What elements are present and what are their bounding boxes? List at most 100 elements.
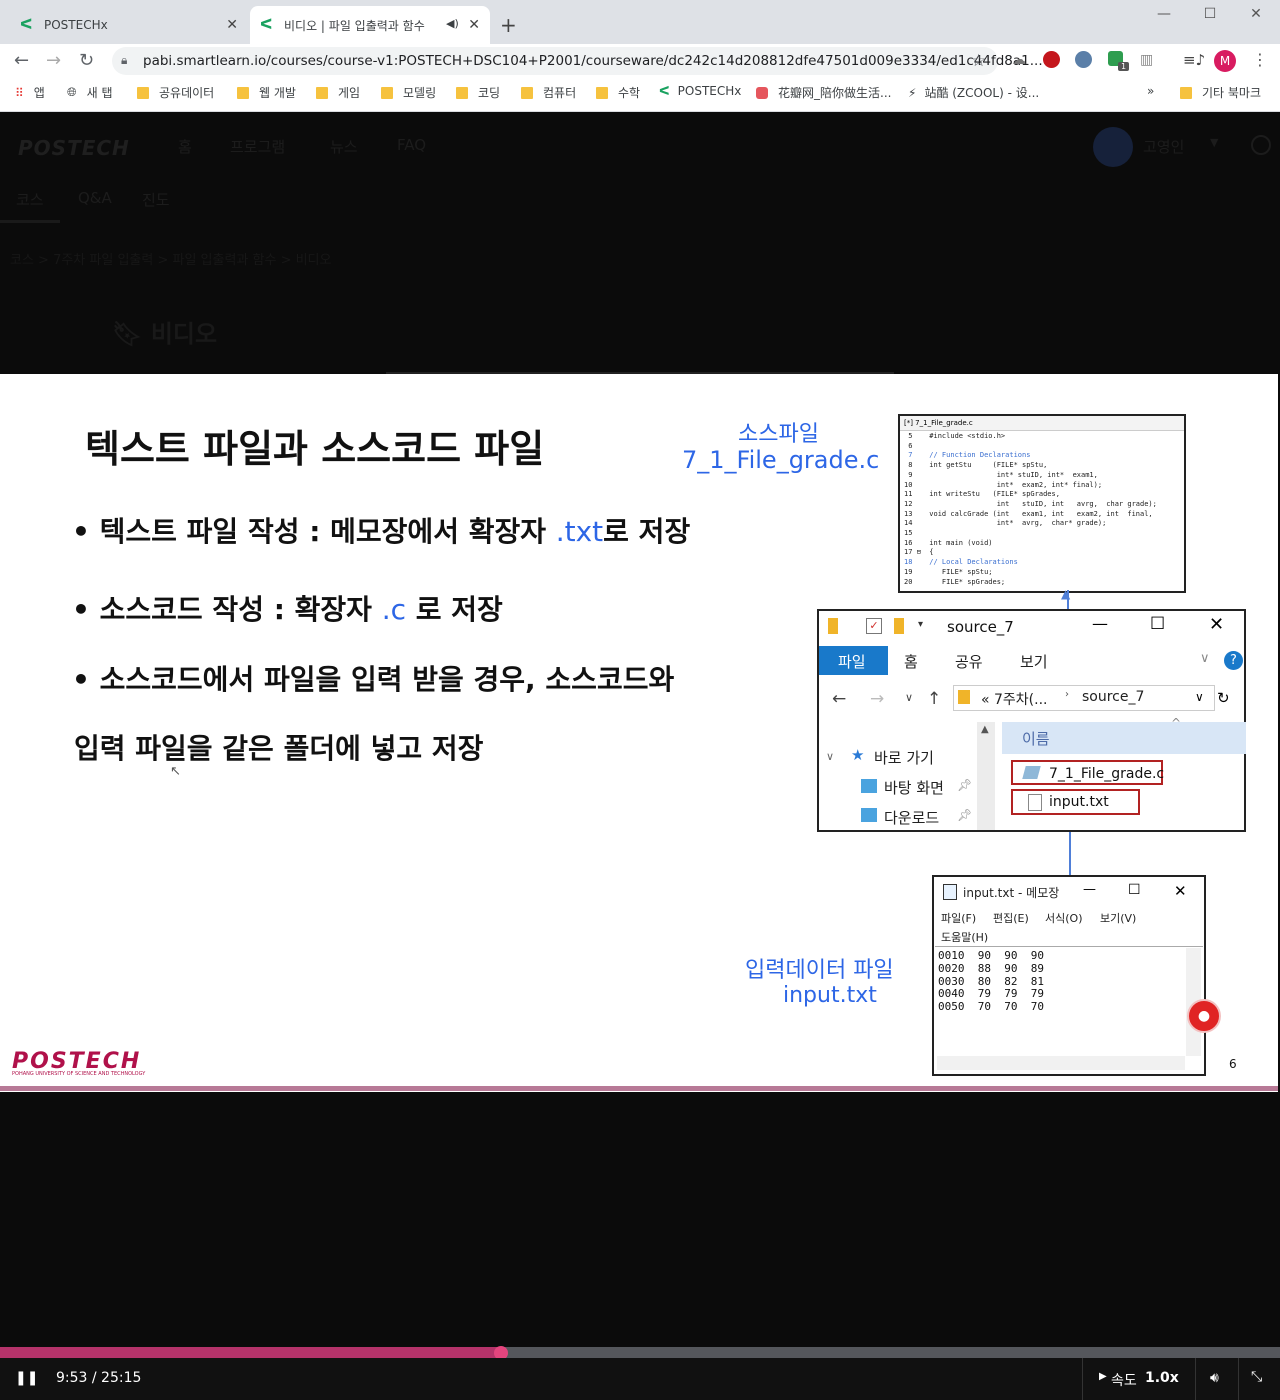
volume-icon[interactable]: 🔊︎ [1210, 1370, 1219, 1386]
file-input-txt: input.txt [1049, 794, 1109, 810]
video-progress-fill [0, 1347, 502, 1358]
slide-bullet-2: • 소스코드 작성 : 확장자 .c 로 저장 [72, 593, 503, 626]
ribbon-home-label: 홈 [904, 653, 918, 671]
column-name-label: 이름 [1022, 730, 1050, 748]
user-name[interactable]: 고영인 [1143, 136, 1184, 157]
nav-quick-access: 바로 가기 [874, 749, 934, 767]
bookmark-folder[interactable]: 게임 [316, 84, 360, 101]
code-line: 15 [904, 529, 913, 538]
bookmark-star-icon[interactable]: ☆ [971, 51, 986, 71]
extension-blue-icon[interactable] [1075, 51, 1092, 68]
speed-menu-caret-icon[interactable]: ▶ [1099, 1371, 1107, 1382]
nav-downloads: 다운로드 [884, 809, 940, 827]
new-tab-button[interactable]: + [500, 13, 517, 37]
nav-pane-scrollbar [977, 722, 995, 830]
pin-icon: 📌︎ [957, 778, 973, 792]
bookmark-zcool[interactable]: ⚡ 站酷 (ZCOOL) - 设... [908, 84, 1039, 101]
slide-bullet-3-cont: 입력 파일을 같은 폴더에 넣고 저장 [74, 732, 484, 765]
user-avatar[interactable] [1093, 127, 1133, 167]
bookmark-apps[interactable]: ⠿ 앱 [15, 84, 45, 101]
exit-fullscreen-icon[interactable]: ⤡ [1251, 1369, 1262, 1385]
bookmark-icon[interactable]: 🔖︎ [112, 320, 142, 348]
speed-label[interactable]: 속도 [1111, 1370, 1137, 1390]
bookmark-folder[interactable]: 코딩 [456, 84, 500, 101]
site-logo[interactable]: POSTECH [18, 136, 130, 160]
bookmark-other-folder[interactable]: 기타 북마크 [1180, 84, 1261, 101]
help-icon: ? [1224, 651, 1243, 670]
bookmark-folder[interactable]: 웹 개발 [237, 84, 296, 101]
more-bookmarks-chevron-icon[interactable]: » [1147, 84, 1154, 98]
page-title-text: 비디오 [150, 320, 218, 348]
url-text[interactable]: pabi.smartlearn.io/courses/course-v1:POS… [143, 53, 1043, 69]
code-editor-screenshot: [*] 7_1_File_grade.c 5 #include <stdio.h… [898, 414, 1186, 593]
code-line: 7 // Function Declarations [904, 451, 1031, 460]
close-window-button[interactable]: ✕ [1233, 6, 1279, 26]
code-line: 16 int main (void) [904, 538, 993, 547]
pause-icon[interactable]: ❚❚ [15, 1370, 38, 1386]
checkbox-icon: ✓ [866, 618, 882, 634]
divider [1082, 1358, 1083, 1400]
close-tab-icon[interactable]: ✕ [468, 17, 480, 33]
tab-progress[interactable]: 진도 [142, 189, 170, 210]
pin-icon: 📌︎ [957, 808, 973, 822]
notepad-icon [943, 884, 957, 900]
tab-qna[interactable]: Q&A [78, 189, 112, 207]
zcool-favicon-icon: ⚡ [908, 85, 917, 100]
postechx-favicon-icon: ᐸ [659, 84, 670, 98]
reading-list-icon[interactable]: ▥ [1140, 52, 1153, 68]
notepad-title: input.txt - 메모장 [963, 886, 1060, 900]
forward-arrow-icon[interactable]: → [46, 50, 61, 71]
minimize-window-button[interactable]: — [1141, 6, 1187, 26]
close-icon: ✕ [1174, 882, 1187, 900]
breadcrumb[interactable]: 코스 > 7주차 파일 입출력 > 파일 입출력과 함수 > 비디오 [10, 249, 331, 268]
browser-menu-icon[interactable]: ⋮ [1252, 50, 1268, 69]
slide-bullet-1: • 텍스트 파일 작성 : 메모장에서 확장자 .txt로 저장 [72, 515, 691, 548]
minimize-icon: — [1092, 614, 1108, 633]
bookmark-new-tab[interactable]: 🌐︎ 새 탭 [67, 84, 113, 101]
bookmark-folder[interactable]: 공유데이터 [137, 84, 214, 101]
help-icon[interactable] [1251, 135, 1271, 155]
bookmark-folder[interactable]: 모델링 [381, 84, 436, 101]
code-line: 10 int* exam2, int* final); [904, 480, 1103, 489]
code-line: 20 FILE* spGrades; [904, 577, 1006, 586]
nav-faq[interactable]: FAQ [397, 136, 426, 154]
folder-icon [456, 86, 468, 99]
bookmark-folder[interactable]: 수학 [596, 84, 640, 101]
profile-avatar[interactable]: M [1214, 50, 1236, 72]
user-menu-chevron-icon[interactable]: ▼ [1210, 136, 1218, 149]
media-control-icon[interactable]: ≡♪ [1183, 51, 1205, 69]
browser-tab-postechx[interactable]: ᐸ POSTECHx ✕ [10, 6, 248, 44]
extension-badge: 1 [1118, 62, 1130, 71]
speed-value[interactable]: 1.0x [1145, 1370, 1179, 1386]
notepad-menu-file: 파일(F) [941, 912, 977, 925]
bookmark-postechx[interactable]: ᐸ POSTECHx [659, 84, 741, 98]
lock-icon[interactable]: 🔒︎ [121, 53, 127, 68]
nav-news[interactable]: 뉴스 [330, 136, 358, 157]
bookmark-folder[interactable]: 컴퓨터 [521, 84, 576, 101]
audio-playing-icon[interactable]: ◀) [446, 17, 459, 30]
postechx-favicon-icon: ᐸ [260, 17, 273, 33]
code-line: 14 int* avrg, char* grade); [904, 519, 1107, 528]
extension-red-icon[interactable] [1043, 51, 1060, 68]
tab-course[interactable]: 코스 [16, 189, 44, 210]
ribbon-view-label: 보기 [1020, 653, 1048, 671]
folder-icon [958, 690, 970, 704]
code-line: 11 int writeStu (FILE* spGrades, [904, 490, 1060, 499]
reload-icon[interactable]: ↻ [79, 50, 94, 71]
up-arrow-icon: ↑ [927, 689, 942, 709]
nav-programs[interactable]: 프로그램 [230, 136, 285, 157]
close-tab-icon[interactable]: ✕ [226, 17, 238, 33]
bookmark-huaban[interactable]: 花瓣网_陪你做生活... [756, 84, 891, 101]
browser-tab-video[interactable]: ᐸ 비디오 | 파일 입출력과 함수 ◀) ✕ [250, 6, 490, 44]
back-arrow-icon[interactable]: ← [14, 50, 29, 71]
notepad-menu-format: 서식(O) [1045, 912, 1083, 925]
code-line: 17 ⊟ { [904, 548, 934, 557]
extension-cloud-icon[interactable]: ☁ [1012, 52, 1026, 68]
maximize-window-button[interactable]: ☐ [1187, 6, 1233, 26]
nav-home[interactable]: 홈 [178, 136, 192, 157]
forward-arrow-icon: → [870, 689, 885, 709]
notepad-menu-view: 보기(V) [1100, 912, 1137, 925]
notepad-horizontal-scrollbar [937, 1056, 1185, 1070]
notepad-line: 0020 88 90 89 [938, 961, 1044, 975]
slide-bottom-bar [0, 1086, 1278, 1091]
